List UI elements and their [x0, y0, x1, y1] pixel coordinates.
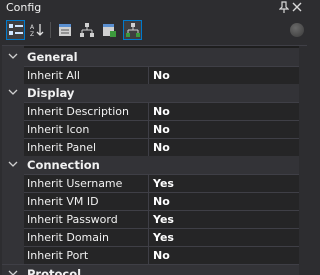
column-divider — [148, 67, 149, 85]
category-connection[interactable]: Connection — [2, 156, 307, 174]
property-row-inherit-username[interactable]: Inherit Username Yes — [24, 174, 307, 193]
alphabetical-view-button[interactable]: A Z — [27, 20, 46, 40]
default-properties-button[interactable] — [99, 20, 118, 40]
property-value[interactable]: No — [153, 123, 170, 136]
chevron-down-icon[interactable] — [8, 268, 18, 275]
property-value[interactable]: No — [153, 249, 170, 262]
property-name: Inherit Icon — [27, 123, 90, 136]
property-value[interactable]: Yes — [153, 177, 174, 190]
inheritance-tree-icon — [80, 23, 94, 37]
svg-text:A: A — [30, 24, 35, 31]
category-protocol[interactable]: Protocol — [2, 264, 307, 275]
property-name: Inherit Port — [27, 249, 89, 262]
property-name: Inherit Description — [27, 105, 129, 118]
property-value[interactable]: No — [153, 195, 170, 208]
default-inheritance-button[interactable] — [123, 20, 142, 40]
property-value[interactable]: No — [153, 69, 170, 82]
column-divider — [148, 247, 149, 265]
column-divider — [148, 121, 149, 139]
column-divider — [148, 175, 149, 193]
category-label: Display — [27, 86, 75, 100]
property-row-inherit-password[interactable]: Inherit Password Yes — [24, 210, 307, 229]
column-divider — [148, 103, 149, 121]
column-divider — [148, 193, 149, 211]
property-value[interactable]: Yes — [153, 213, 174, 226]
property-row-inherit-all[interactable]: Inherit All No — [24, 66, 307, 85]
chevron-down-icon[interactable] — [8, 51, 18, 61]
property-name: Inherit Password — [27, 213, 118, 226]
column-divider — [148, 139, 149, 157]
property-toolbar: A Z — [0, 18, 307, 44]
property-row-inherit-panel[interactable]: Inherit Panel No — [24, 138, 307, 157]
chevron-down-icon[interactable] — [8, 159, 18, 169]
property-value[interactable]: No — [153, 105, 170, 118]
options-round-button[interactable] — [290, 23, 304, 37]
property-name: Inherit VM ID — [27, 195, 99, 208]
svg-text:Z: Z — [30, 31, 34, 38]
property-row-inherit-port[interactable]: Inherit Port No — [24, 246, 307, 265]
category-label: Connection — [27, 158, 100, 172]
vertical-scrollbar[interactable] — [299, 46, 307, 275]
category-general[interactable]: General — [2, 48, 307, 66]
property-row-inherit-domain[interactable]: Inherit Domain Yes — [24, 228, 307, 247]
property-name: Inherit All — [27, 69, 80, 82]
properties-button[interactable] — [55, 20, 74, 40]
category-display[interactable]: Display — [2, 84, 307, 102]
property-name: Inherit Panel — [27, 141, 97, 154]
categorized-icon — [9, 24, 23, 35]
pin-icon[interactable] — [278, 1, 290, 17]
default-inheritance-icon — [103, 24, 116, 37]
category-label: General — [27, 50, 78, 64]
alphabetical-sort-icon: A Z — [30, 24, 44, 38]
panel-titlebar: Config — [0, 0, 307, 17]
property-name: Inherit Username — [27, 177, 123, 190]
property-row-inherit-vm-id[interactable]: Inherit VM ID No — [24, 192, 307, 211]
column-divider — [148, 229, 149, 247]
property-row-inherit-icon[interactable]: Inherit Icon No — [24, 120, 307, 139]
toolbar-separator — [50, 22, 51, 38]
property-row-inherit-description[interactable]: Inherit Description No — [24, 102, 307, 121]
chevron-down-icon[interactable] — [8, 87, 18, 97]
properties-icon — [59, 24, 71, 36]
inheritance-button[interactable] — [77, 20, 96, 40]
panel-title: Config — [6, 1, 42, 14]
property-name: Inherit Domain — [27, 231, 110, 244]
property-grid: General Inherit All No Display Inherit D… — [2, 45, 307, 275]
property-value[interactable]: No — [153, 141, 170, 154]
connection-tree-icon — [126, 23, 140, 37]
column-divider — [148, 211, 149, 229]
close-icon[interactable] — [292, 1, 302, 17]
categorized-view-button[interactable] — [6, 20, 25, 40]
property-value[interactable]: Yes — [153, 231, 174, 244]
category-label: Protocol — [27, 267, 82, 275]
